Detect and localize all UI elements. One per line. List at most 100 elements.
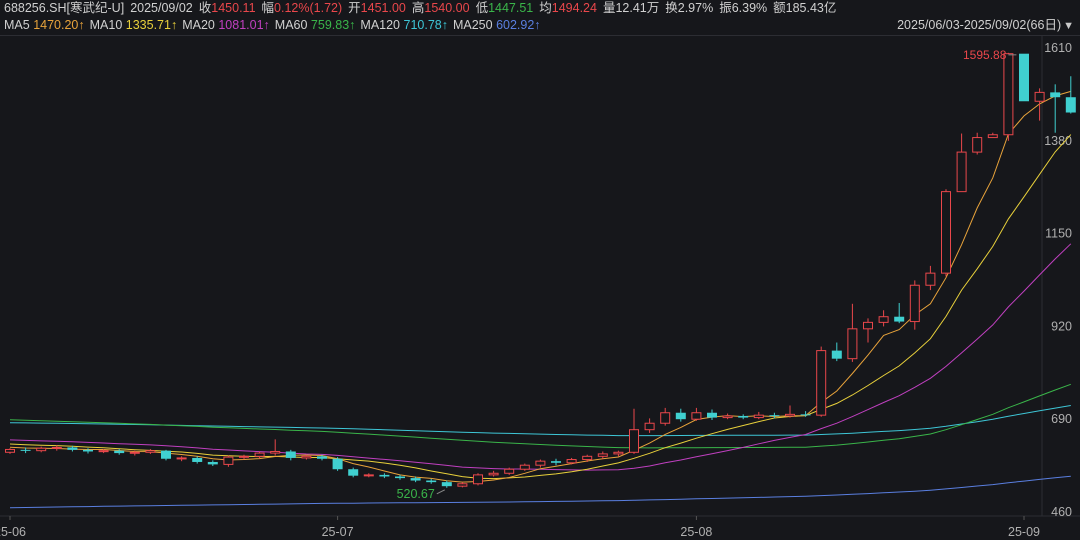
ma-legend-name: MA60	[274, 18, 311, 32]
ma20-line	[9, 243, 1072, 471]
candle-body	[114, 450, 125, 454]
candle-body	[145, 450, 156, 453]
open-price: 1451.00	[360, 1, 406, 15]
candle-body	[207, 461, 218, 465]
candle-body	[363, 474, 374, 477]
candle-body	[36, 447, 47, 452]
y-tick-label: 460	[1051, 505, 1072, 519]
turnover: 换2.97%	[665, 1, 714, 15]
change-label: 幅	[261, 1, 275, 15]
avg-price: 1494.24	[551, 1, 597, 15]
amount: 额185.43亿	[773, 1, 837, 15]
y-tick-label: 1150	[1045, 227, 1072, 241]
close-price: 1450.11	[211, 1, 256, 15]
candle-body	[769, 415, 780, 417]
x-tick-label: 25-07	[322, 525, 354, 539]
candle-body	[317, 456, 327, 459]
candle-body	[239, 455, 249, 458]
quote-header: 688256.SH[寒武纪-U] 2025/09/02 收1450.11 幅0.12%…	[4, 1, 836, 16]
candle-body	[20, 449, 31, 451]
dropdown-triangle-icon[interactable]: ▼	[1063, 20, 1074, 32]
low-price: 1447.51	[488, 1, 534, 15]
ma-legend-value: 1470.20↑	[33, 18, 85, 32]
candle-body	[644, 422, 655, 431]
candle-body	[223, 456, 234, 465]
ma-legend-value: 1081.01↑	[218, 18, 270, 32]
candle-body	[270, 450, 281, 454]
candle-body	[51, 446, 62, 449]
candle-body	[847, 328, 858, 360]
y-tick-label: 690	[1051, 412, 1072, 426]
ma-legend-value: 602.92↑	[496, 18, 541, 32]
candle-body	[566, 459, 577, 464]
avg-label: 均	[539, 1, 552, 15]
candle-body	[816, 350, 827, 416]
candle-body	[987, 134, 998, 139]
candle-body	[176, 457, 187, 460]
candle-body	[691, 412, 702, 420]
candle-body	[504, 468, 515, 474]
candle-body	[83, 449, 93, 452]
low-annotation: 520.67	[397, 487, 435, 501]
candle-body	[129, 451, 140, 454]
candle-body	[941, 191, 951, 274]
candle-body	[192, 457, 203, 462]
ma-legend: MA5 1470.20↑ MA10 1335.71↑ MA20 1081.01↑ MA…	[4, 18, 541, 33]
candle-body	[254, 452, 265, 457]
candle-body	[831, 350, 842, 359]
candle-body	[1050, 92, 1061, 98]
candle-body	[426, 480, 437, 483]
candle-body	[410, 478, 421, 481]
candle-body	[441, 482, 452, 487]
ma60-line	[9, 383, 1071, 449]
ma-legend-name: MA20	[182, 18, 219, 32]
y-tick-label: 1610	[1044, 41, 1072, 55]
candle-body	[301, 455, 312, 459]
ma-legend-name: MA250	[452, 18, 497, 32]
candle-body	[395, 476, 405, 479]
candle-body	[285, 451, 296, 458]
candle-body	[707, 412, 717, 418]
candle-body	[894, 316, 905, 322]
candle-body	[332, 458, 343, 470]
date-range-text: 2025/06/03-2025/09/02(66日)	[897, 18, 1062, 32]
candle-body	[660, 412, 671, 424]
candle-body	[738, 415, 749, 418]
candle-body	[675, 412, 686, 420]
candle-body	[5, 448, 15, 453]
stock-code: 688256.SH[寒武纪-U]	[4, 1, 125, 15]
ma-legend-value: 759.83↑	[310, 18, 356, 32]
candle-body	[457, 483, 468, 487]
candle-body	[1065, 97, 1076, 113]
candle-body	[800, 414, 811, 416]
candle-body	[925, 272, 936, 286]
candle-body	[98, 450, 109, 453]
y-tick-label: 1380	[1044, 134, 1072, 148]
low-annotation-arrow	[436, 489, 446, 495]
candle-body	[473, 474, 483, 485]
high-annotation: 1595.88	[963, 48, 1007, 62]
x-tick-label: 25-06	[0, 525, 26, 539]
candle-body	[348, 469, 359, 476]
candle-body	[1003, 53, 1014, 136]
volume: 量12.41万	[602, 1, 660, 15]
x-tick-label: 25-08	[680, 525, 712, 539]
ma120-line	[9, 405, 1071, 437]
candle-body	[488, 472, 499, 476]
amplitude: 振6.39%	[719, 1, 768, 15]
candlestick-chart[interactable]: 1610 1380 1150 920 690 460 25-06 25-07 25-08 25-0…	[0, 36, 1080, 540]
candle-body	[67, 447, 78, 450]
y-tick-label: 920	[1051, 319, 1072, 333]
candle-body	[629, 429, 639, 453]
candle-body	[863, 321, 873, 330]
open-label: 开	[348, 1, 361, 15]
date-range-selector[interactable]: 2025/06/03-2025/09/02(66日) ▼	[897, 18, 1074, 33]
candle-body	[753, 414, 764, 419]
candle-body	[972, 137, 983, 153]
ma-legend-name: MA120	[360, 18, 404, 32]
high-price: 1540.00	[424, 1, 470, 15]
candle-body	[613, 451, 624, 455]
candle-body	[551, 461, 561, 463]
candle-body	[1019, 53, 1029, 102]
candle-body	[785, 413, 795, 417]
